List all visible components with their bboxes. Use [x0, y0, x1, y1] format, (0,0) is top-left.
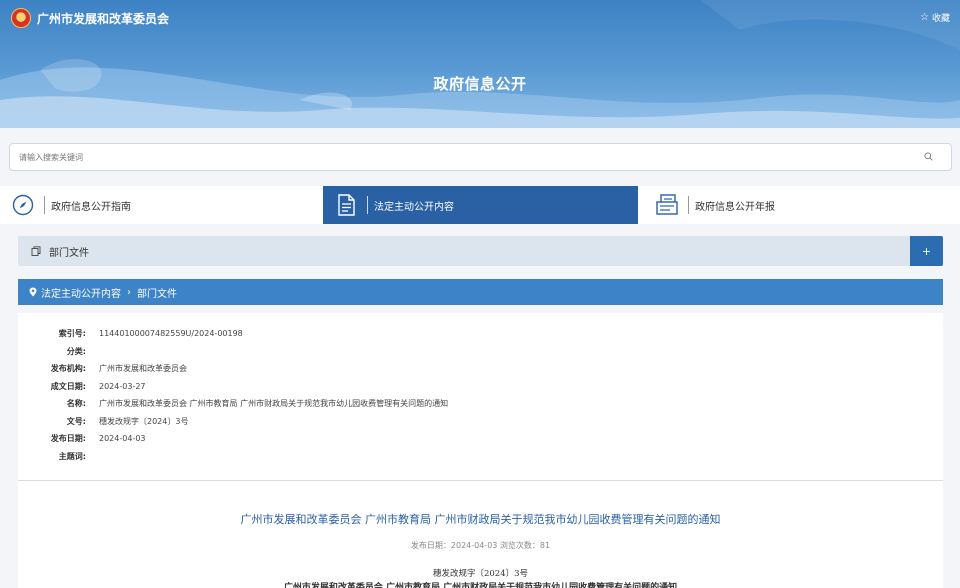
- tab-statutory-content[interactable]: 法定主动公开内容: [323, 186, 638, 224]
- meta-key: 发布日期:: [50, 434, 86, 444]
- meta-key: 文号:: [66, 416, 86, 426]
- tab-divider: [44, 196, 45, 214]
- meta-key: 成文日期:: [50, 381, 86, 391]
- meta-row: 发布日期: 2024-04-03: [18, 430, 943, 448]
- meta-key: 分类:: [66, 346, 86, 356]
- breadcrumb: 法定主动公开内容 › 部门文件: [18, 279, 943, 305]
- section-divider: [18, 480, 943, 481]
- document-title: 广州市发展和改革委员会 广州市教育局 广州市财政局关于规范我市幼儿园收费管理有关…: [240, 513, 721, 526]
- department-files-section[interactable]: 部门文件 +: [18, 236, 943, 266]
- tab-divider: [367, 196, 368, 214]
- meta-row: 名称: 广州市发展和改革委员会 广州市教育局 广州市财政局关于规范我市幼儿园收费管…: [18, 395, 943, 413]
- document-icon: [331, 190, 361, 220]
- compass-icon: [8, 190, 38, 220]
- site-title[interactable]: 广州市发展和改革委员会: [37, 10, 169, 27]
- expand-button[interactable]: +: [910, 236, 943, 266]
- breadcrumb-item[interactable]: 法定主动公开内容: [41, 285, 121, 300]
- meta-row: 分类:: [18, 343, 943, 361]
- location-pin-icon: [29, 287, 37, 297]
- document-number: 穗发改规字〔2024〕3号: [432, 569, 529, 579]
- section-label: 部门文件: [49, 247, 89, 259]
- report-icon: [652, 190, 682, 220]
- favorite-button[interactable]: ☆ 收藏: [920, 11, 950, 24]
- tab-label: 政府信息公开年报: [695, 201, 775, 213]
- meta-value: 穗发改规字〔2024〕3号: [99, 416, 189, 426]
- search-bar: [9, 143, 952, 171]
- meta-key: 发布机构:: [50, 364, 86, 374]
- breadcrumb-item[interactable]: 部门文件: [137, 285, 177, 300]
- tab-disclosure-guide[interactable]: 政府信息公开指南: [0, 186, 318, 224]
- files-icon: [31, 246, 41, 256]
- meta-row: 主题词:: [18, 448, 943, 466]
- meta-value: 广州市发展和改革委员会: [99, 364, 187, 374]
- chevron-right-icon: ›: [127, 286, 131, 298]
- meta-row: 文号: 穗发改规字〔2024〕3号: [18, 413, 943, 431]
- star-icon: ☆: [920, 12, 929, 23]
- tab-divider: [688, 196, 689, 214]
- favorite-label: 收藏: [931, 14, 950, 24]
- metadata-table: 索引号: 11440100007482559U/2024-00198 分类: 发布…: [18, 325, 943, 465]
- document-heading: 广州市发展和改革委员会 广州市教育局 广州市财政局关于规范我市幼儿园收费管理有关…: [283, 583, 678, 588]
- tab-label: 法定主动公开内容: [374, 201, 454, 213]
- meta-key: 索引号:: [58, 329, 86, 339]
- national-emblem-icon: [11, 8, 31, 28]
- page-title: 政府信息公开: [433, 75, 527, 93]
- document-info: 发布日期：2024-04-03 浏览次数：81: [410, 541, 551, 550]
- meta-value: 广州市发展和改革委员会 广州市教育局 广州市财政局关于规范我市幼儿园收费管理有关…: [99, 399, 449, 409]
- meta-value: 2024-03-27: [99, 381, 146, 391]
- meta-value: 11440100007482559U/2024-00198: [99, 329, 243, 339]
- meta-row: 成文日期: 2024-03-27: [18, 378, 943, 396]
- document-panel: 索引号: 11440100007482559U/2024-00198 分类: 发布…: [18, 313, 943, 588]
- meta-value: 2024-04-03: [99, 434, 146, 444]
- search-input[interactable]: [10, 144, 890, 170]
- tab-bar: 政府信息公开指南 法定主动公开内容 政府信息公开年报: [0, 186, 960, 224]
- meta-row: 索引号: 11440100007482559U/2024-00198: [18, 325, 943, 343]
- tab-annual-report[interactable]: 政府信息公开年报: [644, 186, 960, 224]
- meta-key: 主题词:: [58, 451, 86, 461]
- search-icon[interactable]: [924, 152, 933, 161]
- header-banner: 广州市发展和改革委员会 ☆ 收藏 政府信息公开: [0, 0, 960, 128]
- meta-key: 名称:: [66, 399, 86, 409]
- tab-label: 政府信息公开指南: [51, 201, 131, 213]
- meta-row: 发布机构: 广州市发展和改革委员会: [18, 360, 943, 378]
